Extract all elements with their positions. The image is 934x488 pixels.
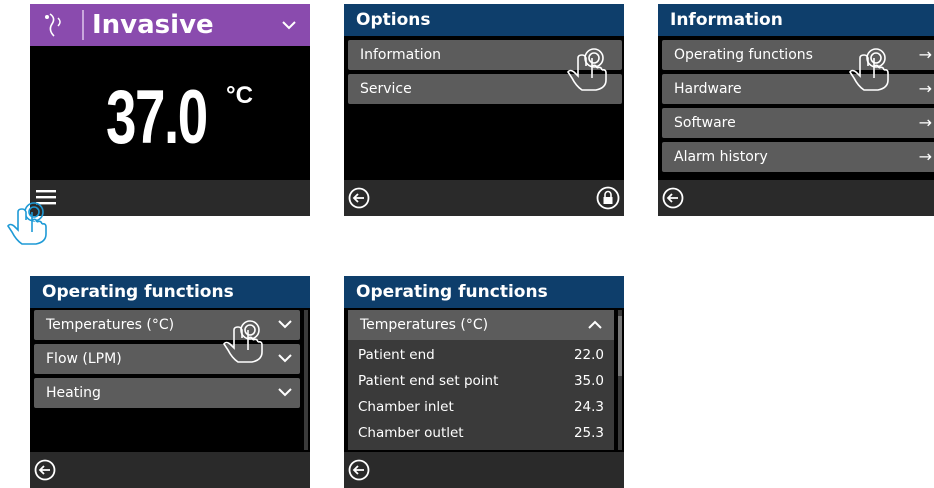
row-value: 24.3 xyxy=(573,399,604,415)
back-icon[interactable] xyxy=(348,459,370,481)
arrow-right-icon: → xyxy=(918,79,932,98)
lock-icon[interactable] xyxy=(596,186,620,210)
back-icon[interactable] xyxy=(662,187,684,209)
footer-bar xyxy=(658,180,934,216)
chevron-down-icon xyxy=(278,388,292,397)
home-screen: Invasive 37.0 °C xyxy=(30,4,310,216)
menu-item-label: Software xyxy=(674,115,736,131)
back-icon[interactable] xyxy=(348,187,370,209)
row-value: 22.0 xyxy=(573,347,604,363)
accordion-heating[interactable]: Heating xyxy=(34,378,300,408)
footer-bar xyxy=(30,180,310,216)
row-value: 35.0 xyxy=(573,373,604,389)
arrow-right-icon: → xyxy=(918,147,932,166)
tap-hand-icon xyxy=(7,202,47,245)
table-row: Patient end 22.0 xyxy=(358,342,608,368)
temperature-unit: °C xyxy=(226,82,253,109)
arrow-right-icon: → xyxy=(918,45,932,64)
temperature-value: 37.0 xyxy=(106,75,208,160)
row-label: Chamber outlet xyxy=(358,425,464,441)
row-label: Patient end xyxy=(358,347,435,363)
menu-item-label: Operating functions xyxy=(674,47,813,63)
accordion-temperatures-expanded[interactable]: Temperatures (°C) xyxy=(348,310,614,340)
accordion-label: Temperatures (°C) xyxy=(46,317,175,333)
menu-item-hardware[interactable]: Hardware → xyxy=(662,74,934,104)
mode-divider xyxy=(82,10,84,40)
menu-item-software[interactable]: Software → xyxy=(662,108,934,138)
chevron-down-icon[interactable] xyxy=(282,20,296,30)
screen-title: Information xyxy=(658,4,934,36)
arrow-right-icon: → xyxy=(918,113,932,132)
menu-item-label: Information xyxy=(360,47,442,63)
menu-item-label: Service xyxy=(360,81,412,97)
information-screen: Information Operating functions → Hardwa… xyxy=(658,4,934,216)
chevron-up-icon xyxy=(588,320,602,329)
row-label: Chamber inlet xyxy=(358,399,454,415)
accordion-label: Temperatures (°C) xyxy=(360,317,489,333)
back-icon[interactable] xyxy=(34,459,56,481)
screen-title: Operating functions xyxy=(30,276,310,308)
operating-functions-expanded-screen: Operating functions Temperatures (°C) Pa… xyxy=(344,276,624,488)
chevron-down-icon xyxy=(278,320,292,329)
temperatures-panel: Temperatures (°C) Patient end 22.0 Patie… xyxy=(348,310,614,450)
screen-title: Operating functions xyxy=(344,276,624,308)
row-label: Patient end set point xyxy=(358,373,499,389)
footer-bar xyxy=(344,452,624,488)
table-row: Chamber inlet 24.3 xyxy=(358,394,608,420)
options-screen: Options Information Service xyxy=(344,4,624,216)
footer-bar xyxy=(344,180,624,216)
mode-label: Invasive xyxy=(92,10,214,40)
scrollbar-thumb[interactable] xyxy=(618,316,622,376)
footer-bar xyxy=(30,452,310,488)
operating-functions-screen: Operating functions Temperatures (°C) Fl… xyxy=(30,276,310,488)
accordion-label: Flow (LPM) xyxy=(46,351,122,367)
patient-mode-icon xyxy=(45,13,61,37)
mode-bar[interactable]: Invasive xyxy=(30,4,310,46)
scrollbar[interactable] xyxy=(304,310,308,450)
tap-hand-icon xyxy=(567,48,607,91)
menu-item-operating-functions[interactable]: Operating functions → xyxy=(662,40,934,70)
tap-hand-icon xyxy=(849,48,889,91)
menu-item-label: Alarm history xyxy=(674,149,768,165)
chevron-down-icon xyxy=(278,354,292,363)
menu-item-alarm-history[interactable]: Alarm history → xyxy=(662,142,934,172)
table-row: Patient end set point 35.0 xyxy=(358,368,608,394)
menu-item-label: Hardware xyxy=(674,81,742,97)
row-value: 25.3 xyxy=(573,425,604,441)
table-row: Chamber outlet 25.3 xyxy=(358,420,608,446)
screen-title: Options xyxy=(344,4,624,36)
accordion-label: Heating xyxy=(46,385,101,401)
tap-hand-icon xyxy=(223,320,263,363)
